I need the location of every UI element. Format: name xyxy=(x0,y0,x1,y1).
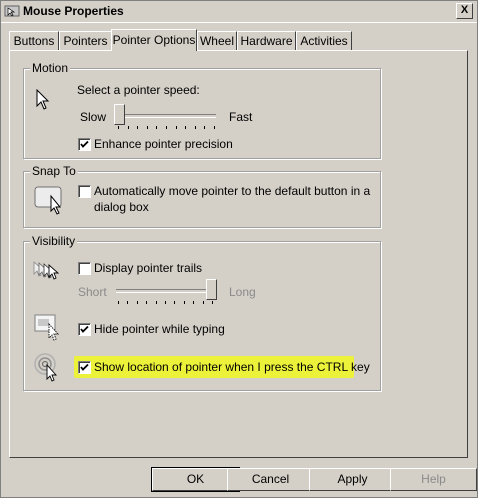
tab-pointer-options[interactable]: Pointer Options xyxy=(111,29,197,51)
snapto-group-label: Snap To xyxy=(30,164,78,178)
slow-label: Slow xyxy=(80,110,107,124)
pointer-trails-label: Display pointer trails xyxy=(94,261,203,275)
slider-tick xyxy=(185,126,187,129)
pointer-speed-track xyxy=(116,114,216,118)
slider-tick xyxy=(166,126,167,129)
tab-strip: Buttons Pointers Pointer Options Wheel H… xyxy=(9,29,469,51)
slider-tick xyxy=(118,126,119,129)
tab-activities[interactable]: Activities xyxy=(296,31,352,50)
mouse-icon xyxy=(4,5,20,17)
slider-tick xyxy=(136,301,138,304)
tab-pointers[interactable]: Pointers xyxy=(59,31,112,50)
slider-tick xyxy=(183,301,185,304)
help-button[interactable]: Help xyxy=(390,468,477,491)
motion-group-label: Motion xyxy=(30,61,71,75)
pointer-arrow-icon xyxy=(36,89,50,110)
tab-wheel[interactable]: Wheel xyxy=(197,31,237,50)
ok-button[interactable]: OK xyxy=(151,467,240,492)
show-location-checkbox[interactable] xyxy=(78,361,91,374)
long-label: Long xyxy=(229,285,256,299)
close-icon: X xyxy=(460,4,469,16)
slider-tick xyxy=(127,301,129,304)
visibility-group-label: Visibility xyxy=(30,234,78,248)
snap-to-button-icon xyxy=(34,186,62,215)
pointer-trails-icon xyxy=(33,261,60,280)
snap-to-label-line2: dialog box xyxy=(94,200,149,214)
hide-while-typing-icon xyxy=(34,314,60,341)
trails-length-track xyxy=(116,289,214,293)
pointer-trails-checkbox[interactable] xyxy=(78,262,91,275)
slider-tick xyxy=(156,126,158,129)
slider-tick xyxy=(137,126,139,129)
title-bar[interactable]: Mouse Properties X xyxy=(1,1,477,23)
pointer-speed-label: Select a pointer speed: xyxy=(77,83,200,97)
trails-length-slider[interactable] xyxy=(206,279,217,300)
tab-buttons[interactable]: Buttons xyxy=(9,31,59,50)
slider-tick xyxy=(214,126,215,129)
slider-tick xyxy=(155,301,157,304)
motion-group: Motion Select a pointer speed: Slow Fast… xyxy=(23,61,381,159)
mouse-properties-window: Mouse Properties X Buttons Pointers Poin… xyxy=(0,0,478,498)
pointer-speed-slider[interactable] xyxy=(114,104,125,125)
apply-button[interactable]: Apply xyxy=(309,468,396,491)
slider-tick xyxy=(127,126,129,129)
snapto-group: Snap To Automatically move pointer to th… xyxy=(23,164,381,228)
short-label: Short xyxy=(78,285,107,299)
hide-while-typing-checkbox[interactable] xyxy=(78,323,91,336)
slider-tick xyxy=(174,301,176,304)
fast-label: Fast xyxy=(229,110,253,124)
slider-tick xyxy=(202,301,204,304)
enhance-precision-label: Enhance pointer precision xyxy=(94,137,233,151)
slider-tick xyxy=(175,126,177,129)
show-location-label: Show location of pointer when I press th… xyxy=(94,360,370,374)
visibility-group: Visibility Display pointer trails Short … xyxy=(23,234,381,391)
close-button[interactable]: X xyxy=(456,3,473,19)
window-title: Mouse Properties xyxy=(23,4,124,18)
slider-tick xyxy=(194,126,196,129)
cancel-button[interactable]: Cancel xyxy=(227,468,314,491)
slider-tick xyxy=(212,301,213,304)
slider-tick xyxy=(193,301,195,304)
pointer-options-panel: Motion Select a pointer speed: Slow Fast… xyxy=(9,50,468,458)
slider-tick xyxy=(146,301,148,304)
checkmark-icon xyxy=(80,363,89,371)
enhance-precision-checkbox[interactable] xyxy=(78,138,91,151)
slider-tick xyxy=(146,126,148,129)
checkmark-icon xyxy=(80,140,89,148)
checkmark-icon xyxy=(80,325,89,333)
slider-tick xyxy=(118,301,119,304)
snap-to-label-line1: Automatically move pointer to the defaul… xyxy=(94,184,371,198)
tab-hardware[interactable]: Hardware xyxy=(237,31,296,50)
show-location-icon xyxy=(34,353,58,382)
slider-tick xyxy=(165,301,166,304)
snap-to-checkbox[interactable] xyxy=(78,185,91,198)
hide-while-typing-label: Hide pointer while typing xyxy=(94,322,225,336)
slider-tick xyxy=(204,126,206,129)
